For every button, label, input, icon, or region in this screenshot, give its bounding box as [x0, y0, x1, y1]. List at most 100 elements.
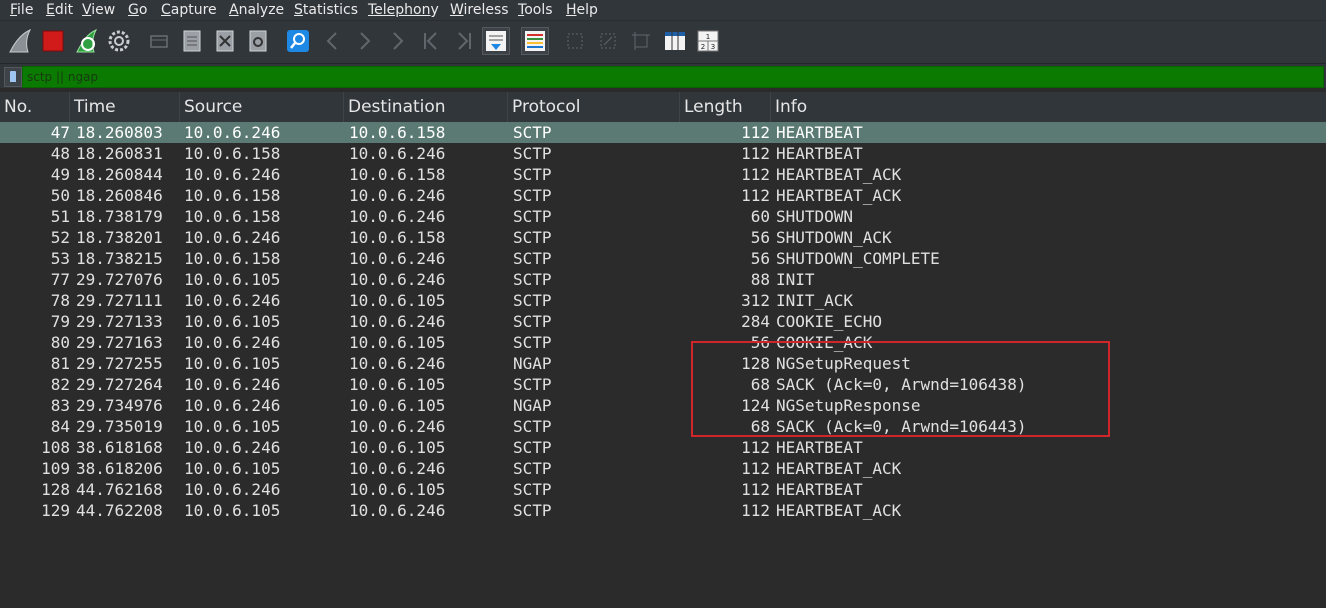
menu-telephony[interactable]: Telephony — [368, 0, 439, 20]
save-file-icon[interactable] — [178, 27, 206, 55]
packet-time: 29.727076 — [76, 270, 163, 289]
column-header-source[interactable]: Source — [180, 92, 344, 122]
packet-destination: 10.0.6.246 — [349, 417, 446, 436]
packet-row[interactable]: 84 29.735019 10.0.6.105 10.0.6.246 SCTP 68 SAC… — [0, 416, 1326, 437]
find-packet-icon[interactable] — [284, 27, 312, 55]
column-header-length[interactable]: Length — [680, 92, 771, 122]
packet-row[interactable]: 47 18.260803 10.0.6.246 10.0.6.158 SCTP 112 HE… — [0, 122, 1326, 143]
packet-row[interactable]: 53 18.738215 10.0.6.158 10.0.6.246 SCTP 56 SHU… — [0, 248, 1326, 269]
go-forward-icon[interactable] — [351, 27, 379, 55]
packet-protocol: SCTP — [513, 480, 552, 499]
packet-row[interactable]: 129 44.762208 10.0.6.105 10.0.6.246 SCTP 112 H… — [0, 500, 1326, 521]
svg-text:3: 3 — [711, 43, 715, 51]
stop-capture-icon[interactable] — [39, 27, 67, 55]
packet-protocol: NGAP — [513, 354, 552, 373]
first-packet-icon[interactable] — [417, 27, 445, 55]
packet-info: HEARTBEAT_ACK — [776, 186, 902, 205]
packet-source: 10.0.6.105 — [184, 501, 281, 520]
capture-options-icon[interactable] — [105, 27, 133, 55]
packet-row[interactable]: 51 18.738179 10.0.6.158 10.0.6.246 SCTP 60 SHU… — [0, 206, 1326, 227]
packet-number: 81 — [50, 354, 70, 373]
packet-number: 129 — [41, 501, 70, 520]
packet-number: 79 — [50, 312, 70, 331]
packet-time: 18.260803 — [76, 123, 163, 142]
column-header-destination[interactable]: Destination — [344, 92, 508, 122]
zoom-in-icon[interactable] — [561, 27, 589, 55]
packet-number: 108 — [41, 438, 70, 457]
packet-row[interactable]: 109 38.618206 10.0.6.105 10.0.6.246 SCTP 112 H… — [0, 458, 1326, 479]
packet-source: 10.0.6.246 — [184, 228, 281, 247]
auto-scroll-icon[interactable] — [482, 27, 510, 55]
column-header-info[interactable]: Info — [771, 92, 1326, 122]
packet-info: HEARTBEAT — [776, 480, 863, 499]
packet-length: 60 — [750, 207, 770, 226]
menu-capture[interactable]: Capture — [161, 0, 217, 20]
open-file-icon[interactable] — [145, 27, 173, 55]
packet-row[interactable]: 82 29.727264 10.0.6.246 10.0.6.105 SCTP 68 SAC… — [0, 374, 1326, 395]
packet-length: 88 — [750, 270, 770, 289]
packet-destination: 10.0.6.105 — [349, 291, 446, 310]
packet-row[interactable]: 81 29.727255 10.0.6.105 10.0.6.246 NGAP 128 NG… — [0, 353, 1326, 374]
packet-number: 49 — [50, 165, 70, 184]
packet-length: 128 — [741, 354, 770, 373]
normal-size-icon[interactable] — [627, 27, 655, 55]
packet-row[interactable]: 128 44.762168 10.0.6.246 10.0.6.105 SCTP 112 H… — [0, 479, 1326, 500]
menu-edit[interactable]: Edit — [46, 0, 73, 20]
packet-row[interactable]: 77 29.727076 10.0.6.105 10.0.6.246 SCTP 88 INI… — [0, 269, 1326, 290]
packet-number: 53 — [50, 249, 70, 268]
packet-row[interactable]: 79 29.727133 10.0.6.105 10.0.6.246 SCTP 284 CO… — [0, 311, 1326, 332]
shark-fin-icon[interactable] — [6, 27, 34, 55]
menu-statistics[interactable]: Statistics — [294, 0, 358, 20]
packet-protocol: SCTP — [513, 165, 552, 184]
packet-row[interactable]: 80 29.727163 10.0.6.246 10.0.6.105 SCTP 56 COO… — [0, 332, 1326, 353]
resize-columns-icon[interactable] — [661, 27, 689, 55]
column-header-no[interactable]: No. — [0, 92, 70, 122]
menu-wireless[interactable]: Wireless — [450, 0, 509, 20]
menu-tools[interactable]: Tools — [518, 0, 553, 20]
packet-row[interactable]: 48 18.260831 10.0.6.158 10.0.6.246 SCTP 112 HE… — [0, 143, 1326, 164]
restart-capture-icon[interactable] — [72, 27, 100, 55]
packet-number: 48 — [50, 144, 70, 163]
packet-info: COOKIE_ECHO — [776, 312, 882, 331]
packet-protocol: SCTP — [513, 417, 552, 436]
packet-source: 10.0.6.105 — [184, 354, 281, 373]
go-back-icon[interactable] — [318, 27, 346, 55]
packet-destination: 10.0.6.246 — [349, 144, 446, 163]
packet-row[interactable]: 78 29.727111 10.0.6.246 10.0.6.105 SCTP 312 IN… — [0, 290, 1326, 311]
packet-protocol: SCTP — [513, 270, 552, 289]
packet-row[interactable]: 52 18.738201 10.0.6.246 10.0.6.158 SCTP 56 SHU… — [0, 227, 1326, 248]
packet-info: SACK (Ack=0, Arwnd=106443) — [776, 417, 1027, 436]
last-packet-icon[interactable] — [450, 27, 478, 55]
zoom-out-icon[interactable] — [594, 27, 622, 55]
filter-bookmark-icon[interactable] — [4, 67, 22, 87]
packet-row[interactable]: 83 29.734976 10.0.6.246 10.0.6.105 NGAP 124 NG… — [0, 395, 1326, 416]
menu-help[interactable]: Help — [566, 0, 598, 20]
close-file-icon[interactable] — [211, 27, 239, 55]
menu-file[interactable]: File — [10, 0, 33, 20]
packet-row[interactable]: 49 18.260844 10.0.6.246 10.0.6.158 SCTP 112 HE… — [0, 164, 1326, 185]
menu-go[interactable]: Go — [128, 0, 147, 20]
colorize-icon[interactable] — [521, 27, 549, 55]
packet-info: HEARTBEAT — [776, 123, 863, 142]
column-header-time[interactable]: Time — [70, 92, 180, 122]
packet-number: 82 — [50, 375, 70, 394]
svg-text:1: 1 — [706, 33, 710, 41]
packet-destination: 10.0.6.158 — [349, 165, 446, 184]
menu-view[interactable]: View — [82, 0, 115, 20]
packet-length: 112 — [741, 501, 770, 520]
packet-length: 112 — [741, 123, 770, 142]
menu-analyze[interactable]: Analyze — [229, 0, 284, 20]
packet-destination: 10.0.6.246 — [349, 501, 446, 520]
display-filter-input[interactable]: sctp || ngap — [22, 66, 1324, 88]
packet-row[interactable]: 108 38.618168 10.0.6.246 10.0.6.105 SCTP 112 H… — [0, 437, 1326, 458]
reload-file-icon[interactable] — [244, 27, 272, 55]
packet-time: 29.727111 — [76, 291, 163, 310]
packet-info: INIT_ACK — [776, 291, 854, 310]
column-header-protocol[interactable]: Protocol — [508, 92, 680, 122]
go-to-packet-icon[interactable] — [384, 27, 412, 55]
column-layout-icon[interactable]: 123 — [694, 27, 722, 55]
packet-number: 77 — [50, 270, 70, 289]
packet-number: 128 — [41, 480, 70, 499]
packet-row[interactable]: 50 18.260846 10.0.6.158 10.0.6.246 SCTP 112 HE… — [0, 185, 1326, 206]
packet-protocol: SCTP — [513, 228, 552, 247]
